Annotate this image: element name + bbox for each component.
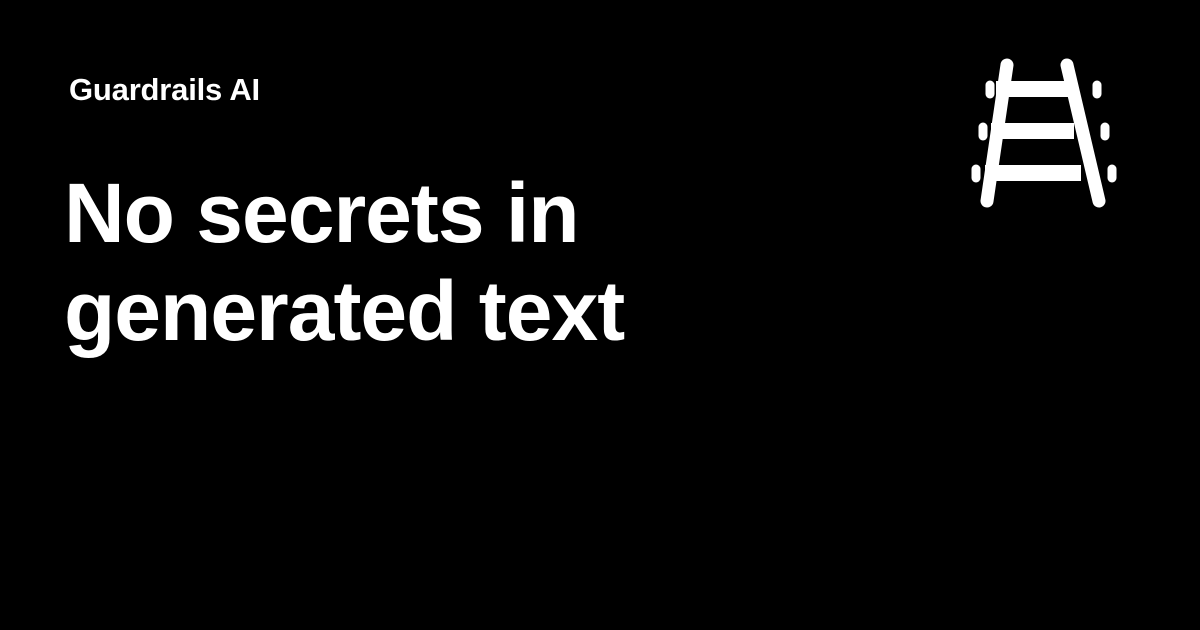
brand-name: Guardrails AI: [69, 72, 260, 107]
railroad-track-icon: [968, 56, 1120, 208]
headline-line-2: generated text: [64, 264, 625, 358]
social-card: Guardrails AI No secrets in generated te…: [0, 0, 1200, 630]
headline: No secrets in generated text: [64, 164, 824, 360]
headline-line-1: No secrets in: [64, 166, 580, 260]
